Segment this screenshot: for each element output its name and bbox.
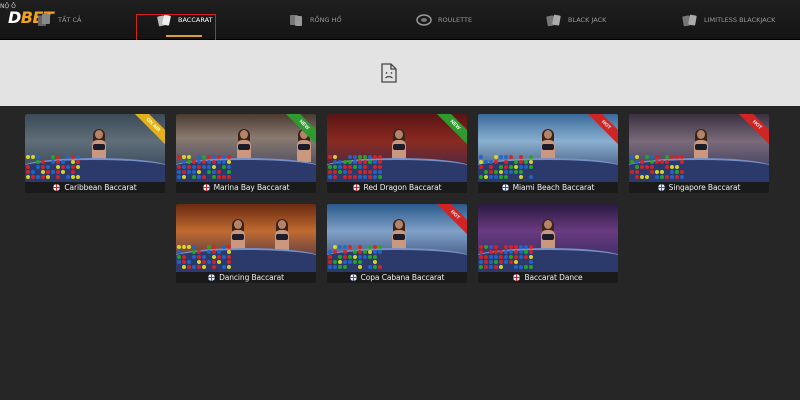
tab-limitless-blackjack-label: LIMITLESS BLACKJACK [704,16,776,24]
game-thumbnail [176,204,316,272]
game-card[interactable]: NEW Red Dragon Baccarat [327,114,467,193]
blackjack-icon [546,14,561,27]
game-title-text: Marina Bay Baccarat [213,183,290,192]
game-card[interactable]: HOT Copa Cabana Baccarat [327,204,467,283]
tab-dragon-tiger[interactable]: RỒNG HỔ [288,0,342,40]
promo-banner [0,40,800,106]
game-card[interactable]: Baccarat Dance [478,204,618,283]
game-thumbnail: HOT [327,204,467,272]
uk-flag-icon [501,184,509,191]
game-title-text: Baccarat Dance [524,273,583,282]
uk-flag-icon [53,184,61,191]
game-title: Marina Bay Baccarat [176,182,316,193]
uk-flag-icon [202,184,210,191]
results-roadmap [629,154,769,182]
game-card[interactable]: ON AIR Caribbean Baccarat [25,114,165,193]
top-nav-bar: NỘ Ô DBET TẤT CẢ BACCARAT RỒNG HỔ ROULET… [0,0,800,40]
game-title-text: Dancing Baccarat [219,273,284,282]
uk-flag-icon [513,274,521,281]
game-card[interactable]: HOT Singapore Baccarat [629,114,769,193]
game-thumbnail: ON AIR [25,114,165,182]
tab-all-label: TẤT CẢ [58,16,82,24]
game-thumbnail: HOT [478,114,618,182]
tab-dragon-tiger-label: RỒNG HỔ [310,16,342,24]
uk-flag-icon [657,184,665,191]
game-title: Red Dragon Baccarat [327,182,467,193]
results-roadmap [176,244,316,272]
broken-image-icon [381,63,397,83]
results-roadmap [327,244,467,272]
game-title-text: Red Dragon Baccarat [363,183,442,192]
game-title-text: Caribbean Baccarat [64,183,137,192]
game-title-text: Singapore Baccarat [668,183,741,192]
game-thumbnail: HOT [629,114,769,182]
game-title: Miami Beach Baccarat [478,182,618,193]
game-card[interactable]: NEW Marina Bay Baccarat [176,114,316,193]
limitless-blackjack-icon [682,14,697,27]
game-thumbnail [478,204,618,272]
tab-blackjack-label: BLACK JACK [568,16,607,24]
results-roadmap [176,154,316,182]
results-roadmap [478,154,618,182]
tab-limitless-blackjack[interactable]: LIMITLESS BLACKJACK [682,0,775,40]
results-roadmap [25,154,165,182]
tab-roulette[interactable]: ROULETTE [416,0,472,40]
uk-flag-icon [208,274,216,281]
game-title: Singapore Baccarat [629,182,769,193]
roulette-icon [416,14,432,26]
game-thumbnail: NEW [176,114,316,182]
uk-flag-icon [349,274,357,281]
game-title-text: Copa Cabana Baccarat [360,273,445,282]
results-roadmap [478,244,618,272]
game-card[interactable]: HOT Miami Beach Baccarat [478,114,618,193]
tab-blackjack[interactable]: BLACK JACK [546,0,606,40]
game-title: Dancing Baccarat [176,272,316,283]
game-title: Caribbean Baccarat [25,182,165,193]
game-title: Baccarat Dance [478,272,618,283]
game-thumbnail: NEW [327,114,467,182]
game-card[interactable]: Dancing Baccarat [176,204,316,283]
tab-all[interactable]: TẤT CẢ [36,0,81,40]
game-title-text: Miami Beach Baccarat [512,183,595,192]
cards-icon [38,14,50,26]
tab-roulette-label: ROULETTE [438,16,473,24]
dragon-tiger-icon [290,15,302,26]
results-roadmap [327,154,467,182]
game-title: Copa Cabana Baccarat [327,272,467,283]
uk-flag-icon [352,184,360,191]
